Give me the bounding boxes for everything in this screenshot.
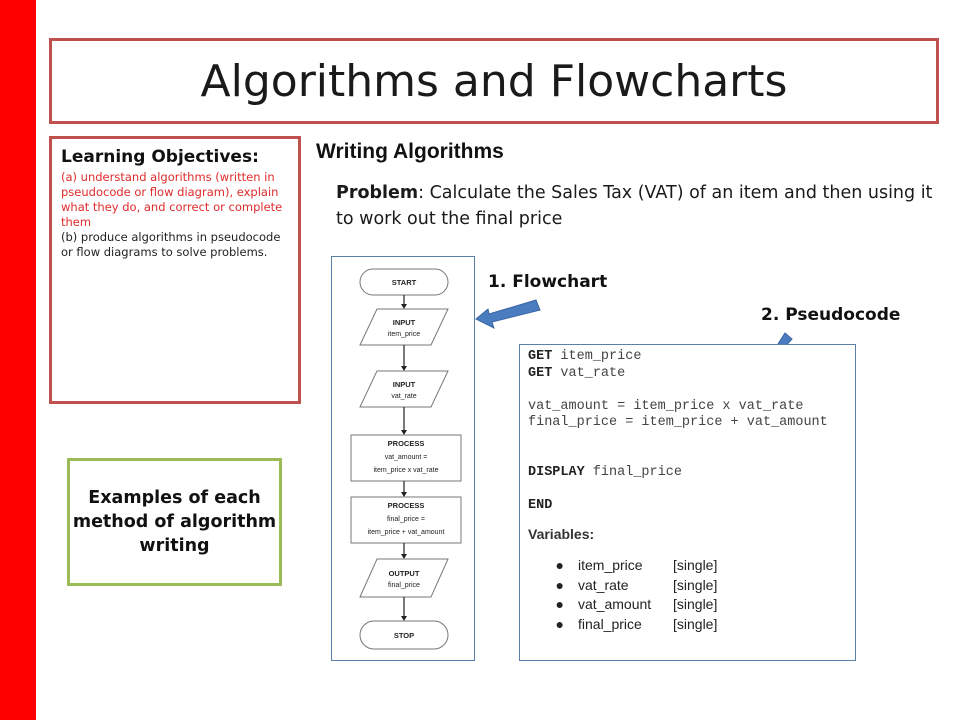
flowchart-step-title: PROCESS <box>388 439 425 448</box>
bullet-icon: ● <box>555 576 564 593</box>
pseudocode-keyword: GET <box>528 365 553 381</box>
io-shape <box>359 308 449 346</box>
variable-type: [single] <box>673 557 718 573</box>
flowchart-step-title: OUTPUT <box>389 569 420 578</box>
flowchart-label: 1. Flowchart <box>488 272 608 292</box>
pseudocode-line <box>528 448 847 465</box>
arrowhead-icon <box>401 366 407 371</box>
problem-text: : Calculate the Sales Tax (VAT) of an it… <box>336 183 933 229</box>
title-frame: Algorithms and Flowcharts <box>49 38 939 124</box>
flowchart-step-text: item_price + vat_amount <box>368 529 445 536</box>
variable-type: [single] <box>673 596 718 612</box>
variable-name: vat_rate <box>578 576 629 593</box>
pseudocode-label: 2. Pseudocode <box>761 305 901 325</box>
variable-item: ● vat_rate [single] <box>528 576 847 596</box>
flowchart-step-text: item_price <box>388 331 420 338</box>
pseudocode-line: GET vat_rate <box>528 366 847 383</box>
flowchart-step-title: START <box>392 278 417 287</box>
pseudocode-text: final_price = item_price + vat_amount <box>528 415 828 430</box>
variable-item: ● vat_amount [single] <box>528 595 847 615</box>
flowchart-diagram: START INPUT item_price INPUT vat_rate PROCESS… <box>331 256 475 661</box>
variable-name: item_price <box>578 557 643 573</box>
variable-name: final_price <box>578 615 642 632</box>
pseudocode-text: vat_rate <box>552 365 626 381</box>
accent-sidebar-bar <box>0 0 36 720</box>
flowchart-step-title: INPUT <box>393 380 416 389</box>
examples-note: Examples of each method of algorithm wri… <box>72 488 277 556</box>
bullet-icon: ● <box>555 615 564 632</box>
flowchart-step-text: vat_rate <box>391 393 416 400</box>
arrowhead-icon <box>401 492 407 497</box>
flowchart-step-text: item_price x vat_rate <box>374 467 439 474</box>
pseudocode-text: vat_amount = item_price x vat_rate <box>528 398 804 414</box>
pseudocode-keyword: END <box>528 497 553 513</box>
pseudocode-line: final_price = item_price + vat_amount <box>528 415 847 432</box>
problem-statement: Problem: Calculate the Sales Tax (VAT) o… <box>336 180 936 232</box>
pseudocode-keyword: GET <box>528 349 553 364</box>
variable-item: ● final_price [single] <box>528 615 847 635</box>
pseudocode-text <box>528 448 536 463</box>
flowchart-step-text: final_price = <box>387 516 425 523</box>
pseudocode-text: item_price <box>552 349 642 364</box>
pseudocode-line <box>528 382 847 399</box>
pseudocode-line: DISPLAY final_price <box>528 465 847 482</box>
pseudocode-listing: GET item_price GET vat_rate vat_amount = … <box>528 349 847 514</box>
bullet-icon: ● <box>555 557 564 573</box>
arrowhead-icon <box>401 616 407 621</box>
pseudocode-text <box>528 481 536 496</box>
variables-list: ● item_price [single] ● vat_rate [single] ● vat… <box>528 556 847 634</box>
slide-title: Algorithms and Flowcharts <box>200 55 788 107</box>
pseudocode-text <box>528 382 536 397</box>
section-heading: Writing Algorithms <box>316 140 504 163</box>
learning-objectives-heading: Learning Objectives: <box>61 147 259 167</box>
io-shape <box>359 558 449 598</box>
variable-type: [single] <box>673 615 718 632</box>
variable-name: vat_amount <box>578 596 652 612</box>
variable-item: ● item_price [single] <box>528 556 847 576</box>
pseudocode-line: vat_amount = item_price x vat_rate <box>528 399 847 416</box>
objective-a: (a) understand algorithms (written in ps… <box>61 170 283 229</box>
examples-note-box: Examples of each method of algorithm wri… <box>67 458 282 586</box>
bullet-icon: ● <box>555 596 564 612</box>
pseudocode-panel: GET item_price GET vat_rate vat_amount = … <box>519 344 856 661</box>
pseudocode-keyword: DISPLAY <box>528 464 585 480</box>
arrowhead-icon <box>401 554 407 559</box>
flowchart-step-title: STOP <box>394 631 414 640</box>
pseudocode-line: GET item_price <box>528 349 847 366</box>
pseudocode-line <box>528 432 847 449</box>
flowchart-step-title: PROCESS <box>388 501 425 510</box>
pseudocode-line <box>528 481 847 498</box>
flowchart-pointer-arrow-icon <box>475 299 541 329</box>
learning-objectives-box: Learning Objectives: (a) understand algo… <box>49 136 301 404</box>
flowchart-step-text: vat_amount = <box>385 454 428 461</box>
flowchart-step-title: INPUT <box>393 318 416 327</box>
pseudocode-line: END <box>528 498 847 515</box>
arrowhead-icon <box>401 430 407 435</box>
objective-b: (b) produce algorithms in pseudocode or … <box>61 230 281 259</box>
flowchart-canvas: START INPUT item_price INPUT vat_rate PROCESS… <box>350 268 462 650</box>
flowchart-step-text: final_price <box>388 582 420 589</box>
io-shape <box>359 370 449 408</box>
arrowhead-icon <box>401 304 407 309</box>
variables-heading: Variables: <box>528 526 595 542</box>
pseudocode-text: final_price <box>584 464 682 480</box>
pseudocode-text <box>528 432 536 447</box>
problem-label: Problem <box>336 183 419 203</box>
variable-type: [single] <box>673 576 718 593</box>
